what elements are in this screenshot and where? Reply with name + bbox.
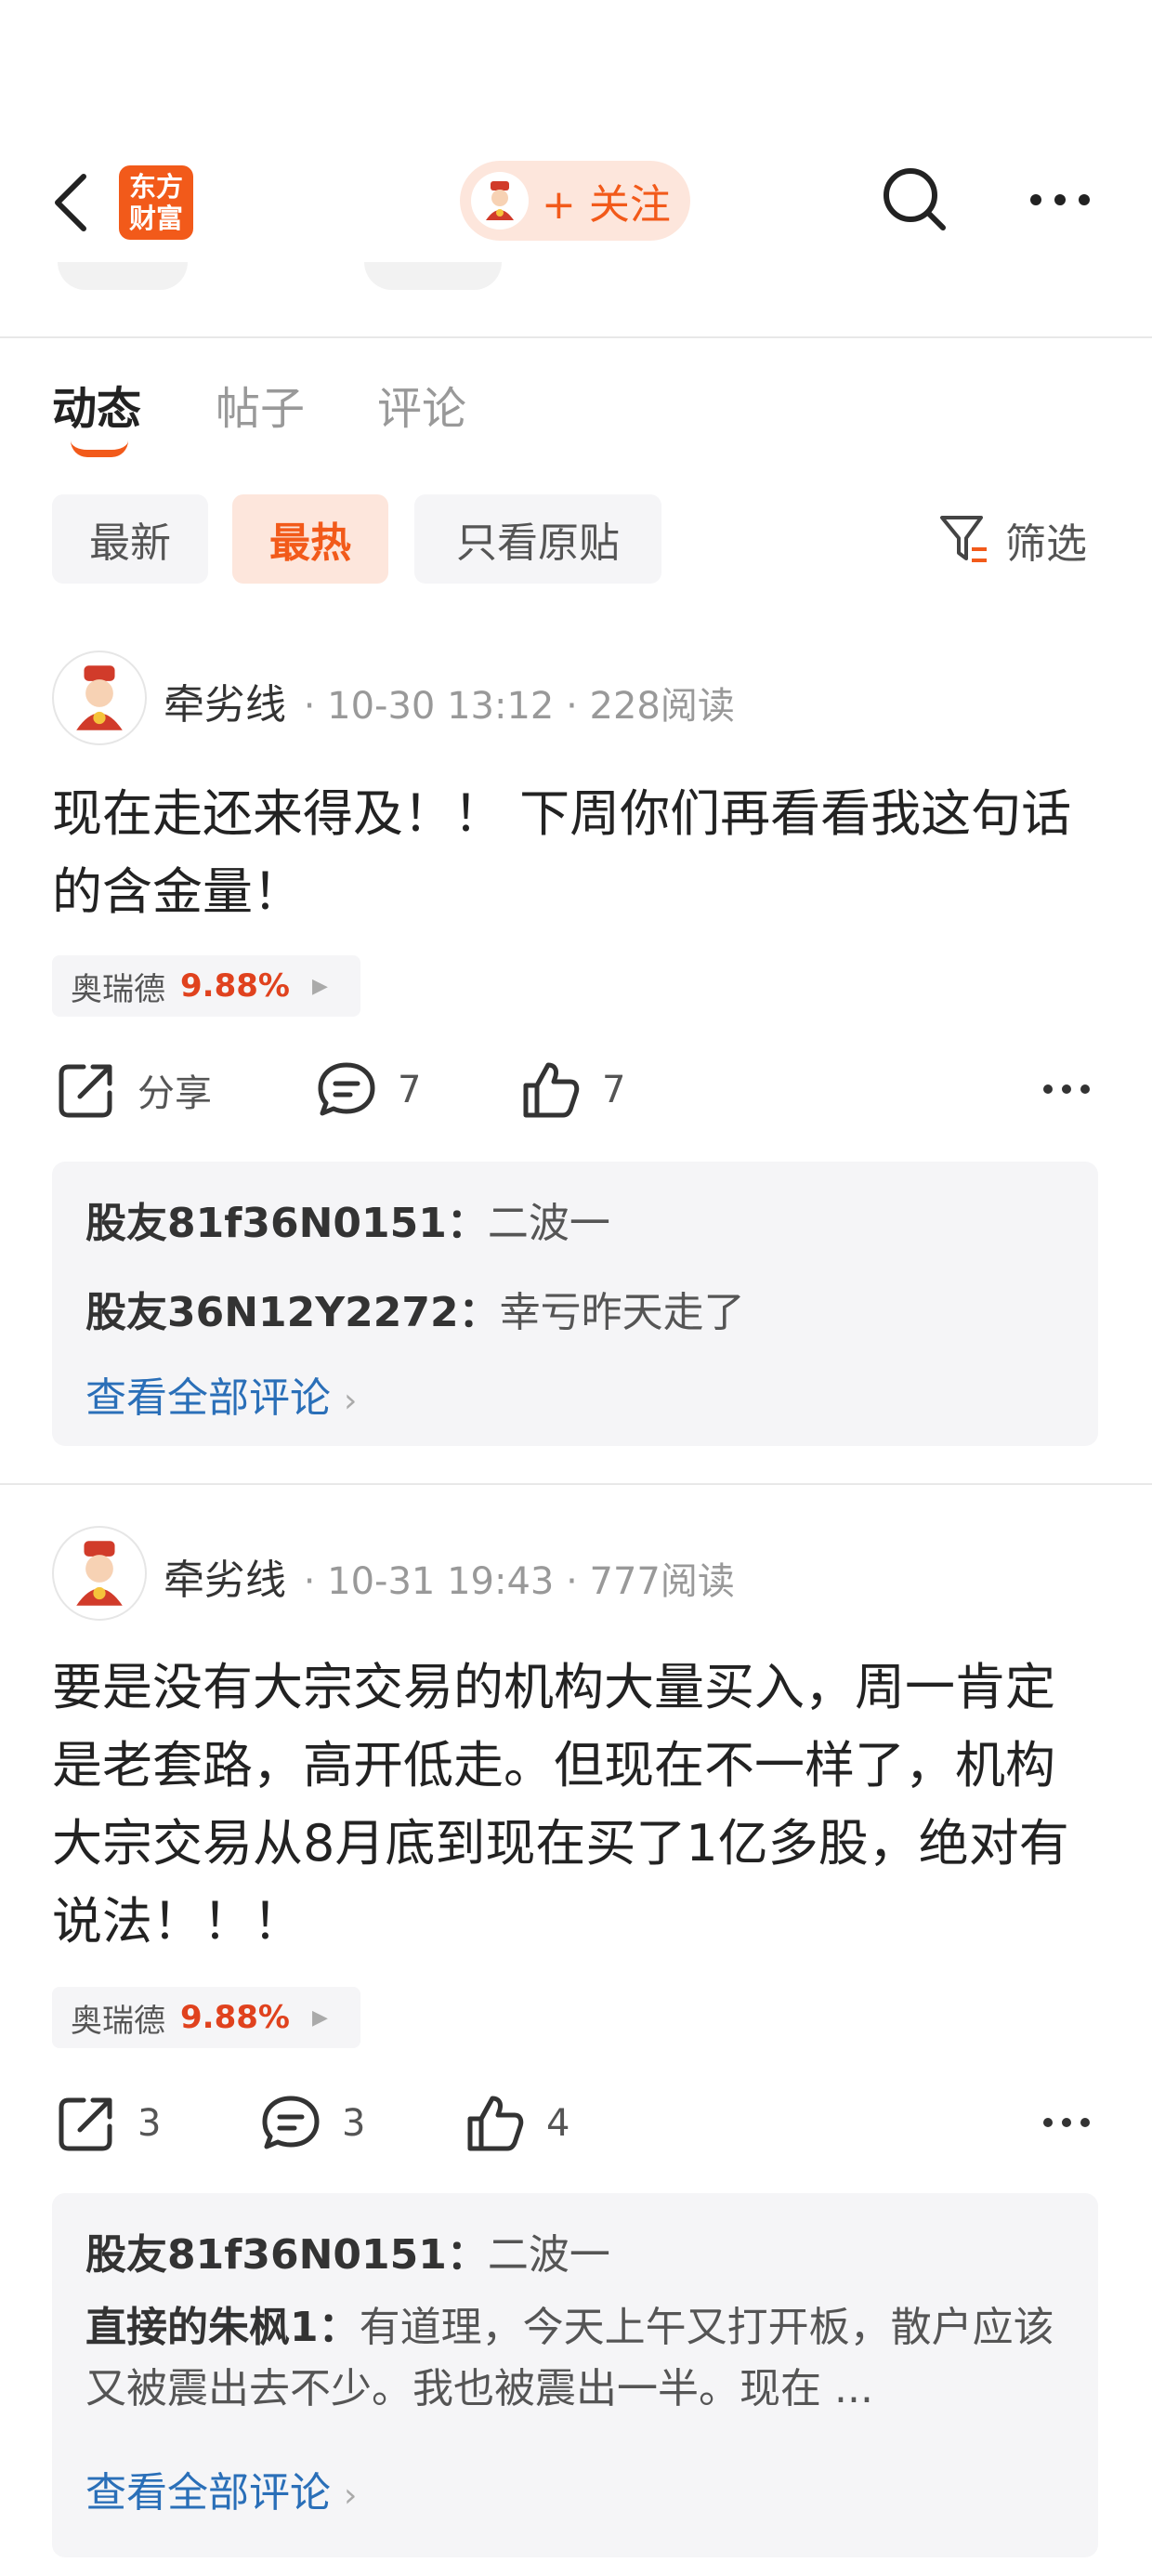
caret-right-icon: ▶ <box>311 2005 328 2030</box>
fortune-god-icon <box>76 1541 123 1606</box>
comment-count: 7 <box>398 1069 422 1111</box>
comment-text: 幸亏昨天走了 <box>499 1289 745 1336</box>
more-button[interactable] <box>1027 186 1093 214</box>
post-content[interactable]: 要是没有大宗交易的机构大量买入，周一肯定是老套路，高开低走。但现在不一样了，机构… <box>52 1649 1102 1961</box>
back-arrow-icon <box>55 174 86 231</box>
tab-posts[interactable]: 帖子 <box>216 372 305 437</box>
collapsed-pill <box>58 262 188 290</box>
comment-text: 二波一 <box>487 1200 610 1247</box>
follow-label: + 关注 <box>542 181 671 229</box>
author-avatar[interactable] <box>52 651 147 745</box>
comment-item[interactable]: 直接的朱枫1：有道理，今天上午又打开板，散户应该又被震出去不少。我也被震出一半。… <box>85 2297 1080 2420</box>
back-button[interactable] <box>48 167 97 238</box>
app-logo: 东方 财富 <box>119 165 193 240</box>
chevron-right-icon: › <box>344 2477 358 2515</box>
stock-tag[interactable]: 奥瑞德 9.88% ▶ <box>52 1987 360 2048</box>
chip-hottest[interactable]: 最热 <box>232 494 388 584</box>
header-divider <box>0 336 1152 338</box>
comment-icon <box>318 1062 375 1116</box>
chip-original-only[interactable]: 只看原贴 <box>414 494 661 584</box>
share-icon <box>59 2097 112 2151</box>
chip-latest[interactable]: 最新 <box>52 494 208 584</box>
share-icon <box>59 1064 112 1118</box>
active-tab-indicator <box>71 440 128 457</box>
comment-icon <box>262 2096 320 2149</box>
post-divider <box>0 1483 1152 1485</box>
follow-button[interactable]: + 关注 <box>460 161 690 241</box>
caret-right-icon: ▶ <box>311 974 328 998</box>
comment-button[interactable]: 3 <box>260 2093 365 2154</box>
collapsed-pill <box>364 262 502 290</box>
chevron-right-icon: › <box>344 1382 358 1420</box>
stock-name: 奥瑞德 <box>71 2002 165 2040</box>
like-count: 4 <box>546 2102 570 2145</box>
comment-button[interactable]: 7 <box>316 1059 421 1121</box>
post-meta: 牵劣线 · 10-31 19:43 · 777阅读 <box>164 1546 735 1606</box>
comment-count: 3 <box>342 2102 366 2145</box>
view-all-comments-link[interactable]: 查看全部评论 › <box>85 2459 357 2518</box>
author-name[interactable]: 牵劣线 <box>164 681 286 729</box>
share-count: 3 <box>137 2102 162 2145</box>
post-more-button[interactable] <box>1041 2111 1093 2134</box>
post-time-reads: · 10-30 13:12 · 228阅读 <box>303 685 735 728</box>
filter-label: 筛选 <box>1005 520 1087 568</box>
comment-item[interactable]: 股友81f36N0151：二波一 <box>85 1189 610 1249</box>
like-button[interactable]: 4 <box>465 2093 569 2154</box>
more-icon <box>1043 1084 1090 1094</box>
stock-tag[interactable]: 奥瑞德 9.88% ▶ <box>52 955 360 1017</box>
thumbs-up-icon <box>467 2096 524 2151</box>
comment-user: 股友36N12Y2272： <box>85 1289 500 1336</box>
stock-change: 9.88% <box>180 1999 290 2036</box>
thumbs-up-icon <box>523 1062 580 1118</box>
author-name[interactable]: 牵劣线 <box>164 1557 286 1604</box>
more-icon <box>1030 194 1090 205</box>
user-avatar-small <box>471 172 529 230</box>
like-count: 7 <box>602 1069 626 1111</box>
comment-text: 二波一 <box>487 2231 610 2279</box>
like-button[interactable]: 7 <box>520 1059 625 1121</box>
more-icon <box>1043 2118 1090 2127</box>
fortune-god-icon <box>486 181 514 220</box>
filter-icon <box>940 516 987 562</box>
post-meta: 牵劣线 · 10-30 13:12 · 228阅读 <box>164 671 735 730</box>
post-more-button[interactable] <box>1041 1078 1093 1100</box>
view-all-label: 查看全部评论 <box>85 1374 331 1422</box>
post-time-reads: · 10-31 19:43 · 777阅读 <box>303 1560 735 1603</box>
stock-change: 9.88% <box>180 967 290 1005</box>
fortune-god-icon <box>76 665 123 730</box>
tab-comments[interactable]: 评论 <box>377 372 466 437</box>
comment-user: 直接的朱枫1： <box>85 2304 360 2351</box>
comment-item[interactable]: 股友81f36N0151：二波一 <box>85 2221 610 2280</box>
search-button[interactable] <box>878 163 952 237</box>
comments-preview: 股友81f36N0151：二波一 股友36N12Y2272：幸亏昨天走了 查看全… <box>52 1162 1098 1446</box>
comment-user: 股友81f36N0151： <box>85 1200 488 1247</box>
view-all-label: 查看全部评论 <box>85 2469 331 2517</box>
author-avatar[interactable] <box>52 1526 147 1621</box>
tab-dynamic[interactable]: 动态 <box>52 372 141 437</box>
post-content[interactable]: 现在走还来得及！！ 下周你们再看看我这句话的含金量！ <box>52 775 1102 931</box>
share-label: 分享 <box>137 1072 212 1115</box>
filter-button[interactable]: 筛选 <box>938 502 1087 578</box>
comment-user: 股友81f36N0151： <box>85 2231 488 2279</box>
share-button[interactable]: 3 <box>56 2093 161 2154</box>
share-button[interactable]: 分享 <box>56 1059 212 1121</box>
comment-item[interactable]: 股友36N12Y2272：幸亏昨天走了 <box>85 1279 745 1338</box>
view-all-comments-link[interactable]: 查看全部评论 › <box>85 1364 357 1424</box>
stock-name: 奥瑞德 <box>71 970 165 1008</box>
comments-preview: 股友81f36N0151：二波一 直接的朱枫1：有道理，今天上午又打开板，散户应… <box>52 2193 1098 2557</box>
search-icon <box>884 168 946 230</box>
